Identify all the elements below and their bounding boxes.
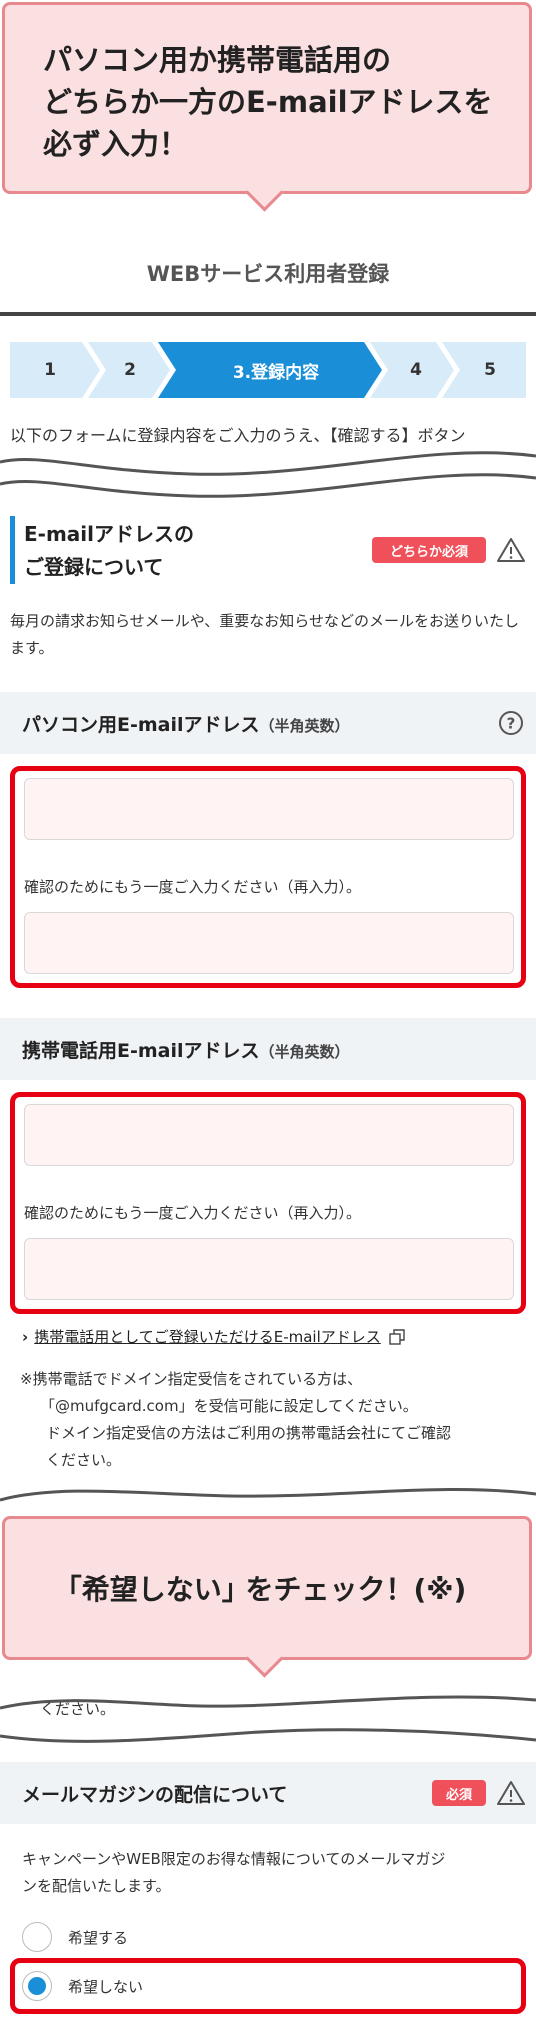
domain-notes: ※携帯電話でドメイン指定受信をされている方は、 「@mufgcard.com」を… [20,1366,451,1474]
callout-line-1: パソコン用か携帯電話用の [43,43,392,77]
intro-text: 以下のフォームに登録内容をご入力のうえ、【確認する】ボタン [10,426,466,445]
callout-line-2: どちらか一方のE-mailアドレスを [43,85,493,119]
radio-option-unsubscribe[interactable]: 希望しない [22,1969,143,2003]
email-section-description: 毎月の請求お知らせメールや、重要なお知らせなどのメールをお送りいたします。 [10,612,519,657]
either-required-badge: どちらか必須 [372,537,486,563]
page-title: WEBサービス利用者登録 [146,262,390,286]
warning-icon-2[interactable] [496,1779,526,1807]
pc-email-title: パソコン用E-mailアドレス（半角英数） [22,710,350,737]
radio-checked-dot [28,1977,46,1995]
magazine-description: キャンペーンやWEB限定のお得な情報についてのメールマガジ ンを配信いたします。 [22,1846,522,1900]
mobile-email-note: （半角英数） [259,1043,350,1061]
mobile-email-title: 携帯電話用E-mailアドレス（半角英数） [22,1036,350,1063]
magazine-description-line-1: キャンペーンやWEB限定のお得な情報についてのメールマガジ [22,1850,446,1868]
pc-email-note: （半角英数） [259,717,350,735]
mobile-email-confirm-label: 確認のためにもう一度ご入力ください（再入力）。 [24,1204,362,1222]
step-1: 1 [44,360,56,380]
required-badge: 必須 [432,1780,486,1806]
notes-line-3: ドメイン指定受信の方法はご利用の携帯電話会社にてご確認 [46,1424,452,1442]
mobile-email-link-text: 携帯電話用としてご登録いただけるE-mailアドレス [34,1328,381,1346]
chevron-right-icon: › [22,1327,29,1346]
svg-text:?: ? [507,715,516,733]
email-heading-line-1: E-mailアドレスの [24,522,195,546]
notes-line-2: 「@mufgcard.com」を受信可能に設定してください。 [40,1397,418,1415]
email-heading-line-2: ご登録について [24,555,164,579]
callout-tail [245,173,284,212]
help-icon[interactable]: ? [498,710,524,736]
step-2: 2 [124,360,136,380]
header-divider [0,312,536,316]
step-3-current: 3.登録内容 [232,362,320,383]
instruction-callout-middle: ｢希望しない｣ をチェック！(※) [2,1516,532,1678]
mobile-email-confirm-input[interactable] [24,1238,514,1300]
warning-icon[interactable] [496,536,526,564]
wave-divider [0,448,536,498]
radio-checked[interactable] [22,1971,52,2001]
notes-line-1: ※携帯電話でドメイン指定受信をされている方は、 [20,1370,363,1388]
pc-email-title-text: パソコン用E-mailアドレス [22,714,260,736]
magazine-description-line-2: ンを配信いたします。 [22,1877,171,1895]
external-link-icon [389,1328,405,1345]
step-5: 5 [484,360,496,380]
mobile-email-input[interactable] [24,1104,514,1166]
section-accent-bar [10,516,15,584]
radio-label-unsubscribe: 希望しない [68,1977,144,1996]
notes-line-4: ください。 [46,1451,122,1469]
pc-email-input[interactable] [24,778,514,840]
magazine-title: メールマガジンの配信について [22,1784,288,1806]
radio-unchecked[interactable] [22,1922,52,1952]
radio-option-subscribe[interactable]: 希望する [22,1920,128,1954]
wave-divider-3 [0,1695,536,1743]
mobile-email-title-text: 携帯電話用E-mailアドレス [22,1040,260,1062]
callout-middle-text: ｢希望しない｣ をチェック！(※) [67,1573,467,1606]
pc-email-confirm-input[interactable] [24,912,514,974]
radio-label-subscribe: 希望する [68,1928,129,1947]
callout-line-3: 必ず入力！ [43,127,189,161]
step-4: 4 [410,360,422,380]
email-section-heading: E-mailアドレスの ご登録について [24,518,194,584]
mobile-email-link[interactable]: › 携帯電話用としてご登録いただけるE-mailアドレス [22,1326,405,1347]
callout-middle-tail [245,1639,284,1678]
instruction-callout-top: パソコン用か携帯電話用の どちらか一方のE-mailアドレスを 必ず入力！ [2,2,532,212]
pc-email-confirm-label: 確認のためにもう一度ご入力ください（再入力）。 [24,878,362,896]
